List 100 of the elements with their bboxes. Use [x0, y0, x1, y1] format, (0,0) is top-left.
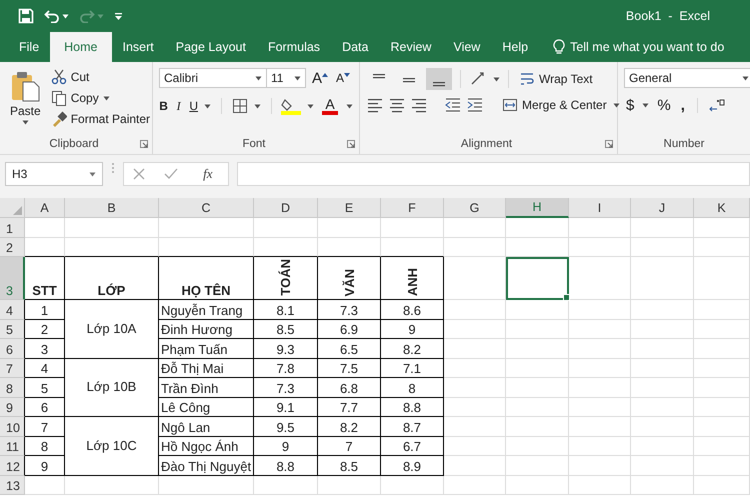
name-box[interactable]: H3	[5, 162, 103, 186]
caret-icon[interactable]	[89, 172, 96, 176]
caret-icon[interactable]	[255, 76, 262, 80]
row-header[interactable]: 11	[0, 436, 25, 456]
decrease-indent-icon[interactable]	[444, 96, 462, 114]
ribbon-tab[interactable]: Page Layout	[164, 32, 257, 62]
comma-button[interactable]: ,	[678, 96, 687, 115]
caret-icon[interactable]	[294, 76, 301, 80]
caret-icon[interactable]	[742, 76, 749, 80]
row-header[interactable]: 12	[0, 456, 25, 476]
table-cell: 1	[25, 300, 65, 320]
column-header[interactable]: G	[444, 198, 506, 218]
column-header[interactable]: B	[65, 198, 159, 218]
column-header[interactable]: F	[381, 198, 444, 218]
active-cell[interactable]	[506, 257, 569, 300]
font-size-dropdown[interactable]: 11	[266, 68, 306, 88]
italic-button[interactable]: I	[174, 96, 184, 116]
column-header[interactable]: E	[318, 198, 381, 218]
caret-icon[interactable]	[307, 104, 314, 108]
dialog-launcher-icon[interactable]	[347, 140, 355, 148]
caret-icon[interactable]	[346, 104, 353, 108]
column-header[interactable]: A	[25, 198, 65, 218]
ribbon-tab[interactable]: File	[8, 32, 50, 62]
increase-decimal-icon[interactable]	[708, 98, 726, 114]
row-header[interactable]: 5	[0, 320, 25, 339]
caret-icon[interactable]	[62, 14, 69, 18]
row-header[interactable]: 8	[0, 378, 25, 398]
fill-color-icon[interactable]	[281, 97, 301, 115]
align-left-icon[interactable]	[366, 96, 384, 114]
row-header[interactable]: 10	[0, 417, 25, 436]
merge-center-button[interactable]: Merge & Center	[500, 96, 609, 114]
ribbon-tab[interactable]: Insert	[112, 32, 165, 62]
column-header[interactable]: K	[694, 198, 750, 218]
row-header[interactable]: 1	[0, 218, 25, 238]
wrap-text-button[interactable]: Wrap Text	[517, 70, 595, 88]
column-header[interactable]: J	[631, 198, 694, 218]
underline-button[interactable]: U	[189, 96, 198, 116]
align-right-icon[interactable]	[410, 96, 428, 114]
row-header[interactable]: 6	[0, 339, 25, 358]
table-cell: 7.5	[318, 358, 381, 378]
caret-icon[interactable]	[612, 102, 620, 108]
table-cell: 9.1	[254, 398, 318, 417]
caret-icon[interactable]	[22, 120, 29, 125]
number-format-dropdown[interactable]: General	[624, 68, 750, 88]
bottom-align-icon[interactable]	[426, 68, 452, 90]
font-color-button[interactable]: A	[320, 96, 340, 116]
caret-icon[interactable]	[102, 96, 110, 100]
font-name-dropdown[interactable]: Calibri	[159, 68, 267, 88]
table-cell: 9	[25, 456, 65, 476]
grow-font-button[interactable]: A	[310, 68, 330, 88]
fill-handle[interactable]	[563, 294, 570, 301]
align-center-icon[interactable]	[388, 96, 406, 114]
caret-icon[interactable]	[204, 104, 212, 108]
table-cell: 6.7	[381, 436, 444, 456]
undo-button[interactable]	[44, 9, 69, 23]
ribbon-tab[interactable]: Review	[379, 32, 442, 62]
ribbon-tab[interactable]: Data	[331, 32, 380, 62]
column-header[interactable]: D	[254, 198, 318, 218]
insert-function-button[interactable]: fx	[197, 165, 219, 183]
row-header[interactable]: 4	[0, 300, 25, 320]
percent-button[interactable]: %	[655, 96, 673, 115]
cancel-icon[interactable]	[133, 168, 146, 180]
paste-button[interactable]: Paste	[6, 68, 45, 134]
bold-button[interactable]: B	[159, 96, 168, 116]
enter-icon[interactable]	[164, 168, 178, 180]
ribbon-tab[interactable]: View	[442, 32, 492, 62]
table-cell: 7.3	[254, 378, 318, 398]
ribbon-tab[interactable]: Help	[491, 32, 540, 62]
ribbon-tab[interactable]: Formulas	[256, 32, 332, 62]
column-header[interactable]: I	[569, 198, 631, 218]
save-icon[interactable]	[18, 8, 34, 24]
row-header[interactable]: 2	[0, 238, 25, 257]
row-header[interactable]: 9	[0, 398, 25, 417]
format-painter-button[interactable]: Format Painter	[48, 110, 152, 128]
caret-icon[interactable]	[254, 104, 261, 108]
currency-button[interactable]: $	[624, 96, 636, 115]
row-header[interactable]: 7	[0, 358, 25, 378]
column-header[interactable]: C	[159, 198, 254, 218]
tell-me-search[interactable]: Tell me what you want to do	[553, 32, 724, 62]
select-all-icon[interactable]	[13, 206, 22, 215]
row-header[interactable]: 3	[0, 257, 25, 300]
row-header[interactable]: 13	[0, 476, 25, 495]
dialog-launcher-icon[interactable]	[605, 140, 613, 148]
table-cell: Lê Công	[159, 398, 254, 417]
increase-indent-icon[interactable]	[466, 96, 484, 114]
table-cell: Lớp 10C	[65, 417, 159, 476]
ribbon-tab[interactable]: Home	[50, 32, 112, 62]
customize-icon[interactable]	[114, 12, 123, 20]
table-cell: 8.1	[254, 300, 318, 320]
table-cell: 9	[254, 436, 318, 456]
shrink-font-button[interactable]: A	[334, 70, 352, 86]
borders-icon[interactable]	[232, 98, 248, 114]
formula-input[interactable]	[237, 162, 750, 186]
caret-icon[interactable]	[493, 76, 500, 82]
cut-button[interactable]: Cut	[48, 68, 152, 86]
caret-icon[interactable]	[642, 103, 650, 108]
column-header[interactable]: H	[506, 198, 569, 218]
dialog-launcher-icon[interactable]	[140, 140, 148, 148]
table-cell: Đỗ Thị Mai	[159, 358, 254, 378]
copy-button[interactable]: Copy	[48, 89, 152, 107]
